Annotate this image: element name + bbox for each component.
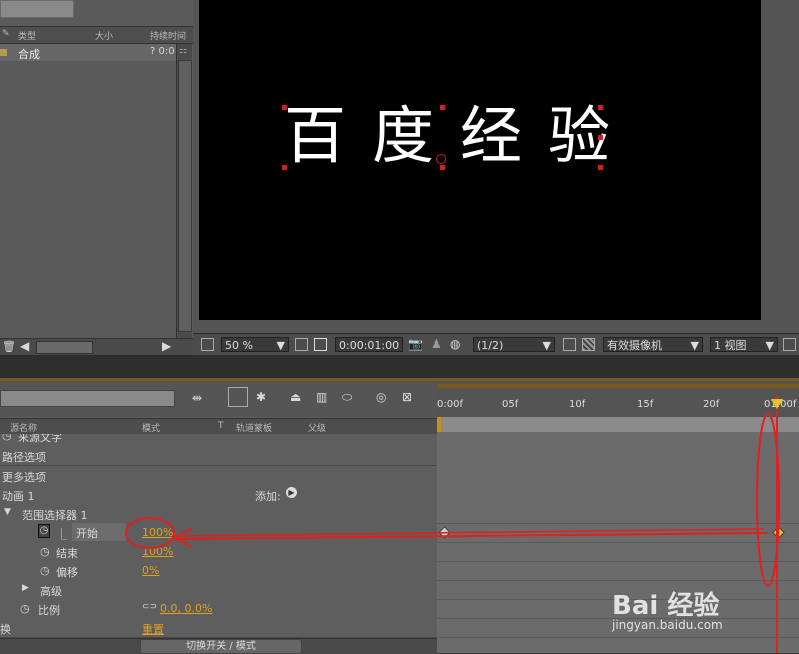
baidu-jingyan-watermark: Bai 经验 <box>612 591 720 621</box>
annotation-arrow-line-2 <box>175 528 765 537</box>
annotation-circle-value <box>125 517 175 549</box>
red-annotation-overlay <box>125 413 780 587</box>
annotation-circle-keyframes <box>756 413 780 587</box>
annotation-arrow-line <box>175 532 769 540</box>
watermark-url: jingyan.baidu.com <box>612 618 723 632</box>
annotation-arrowhead <box>171 527 193 548</box>
